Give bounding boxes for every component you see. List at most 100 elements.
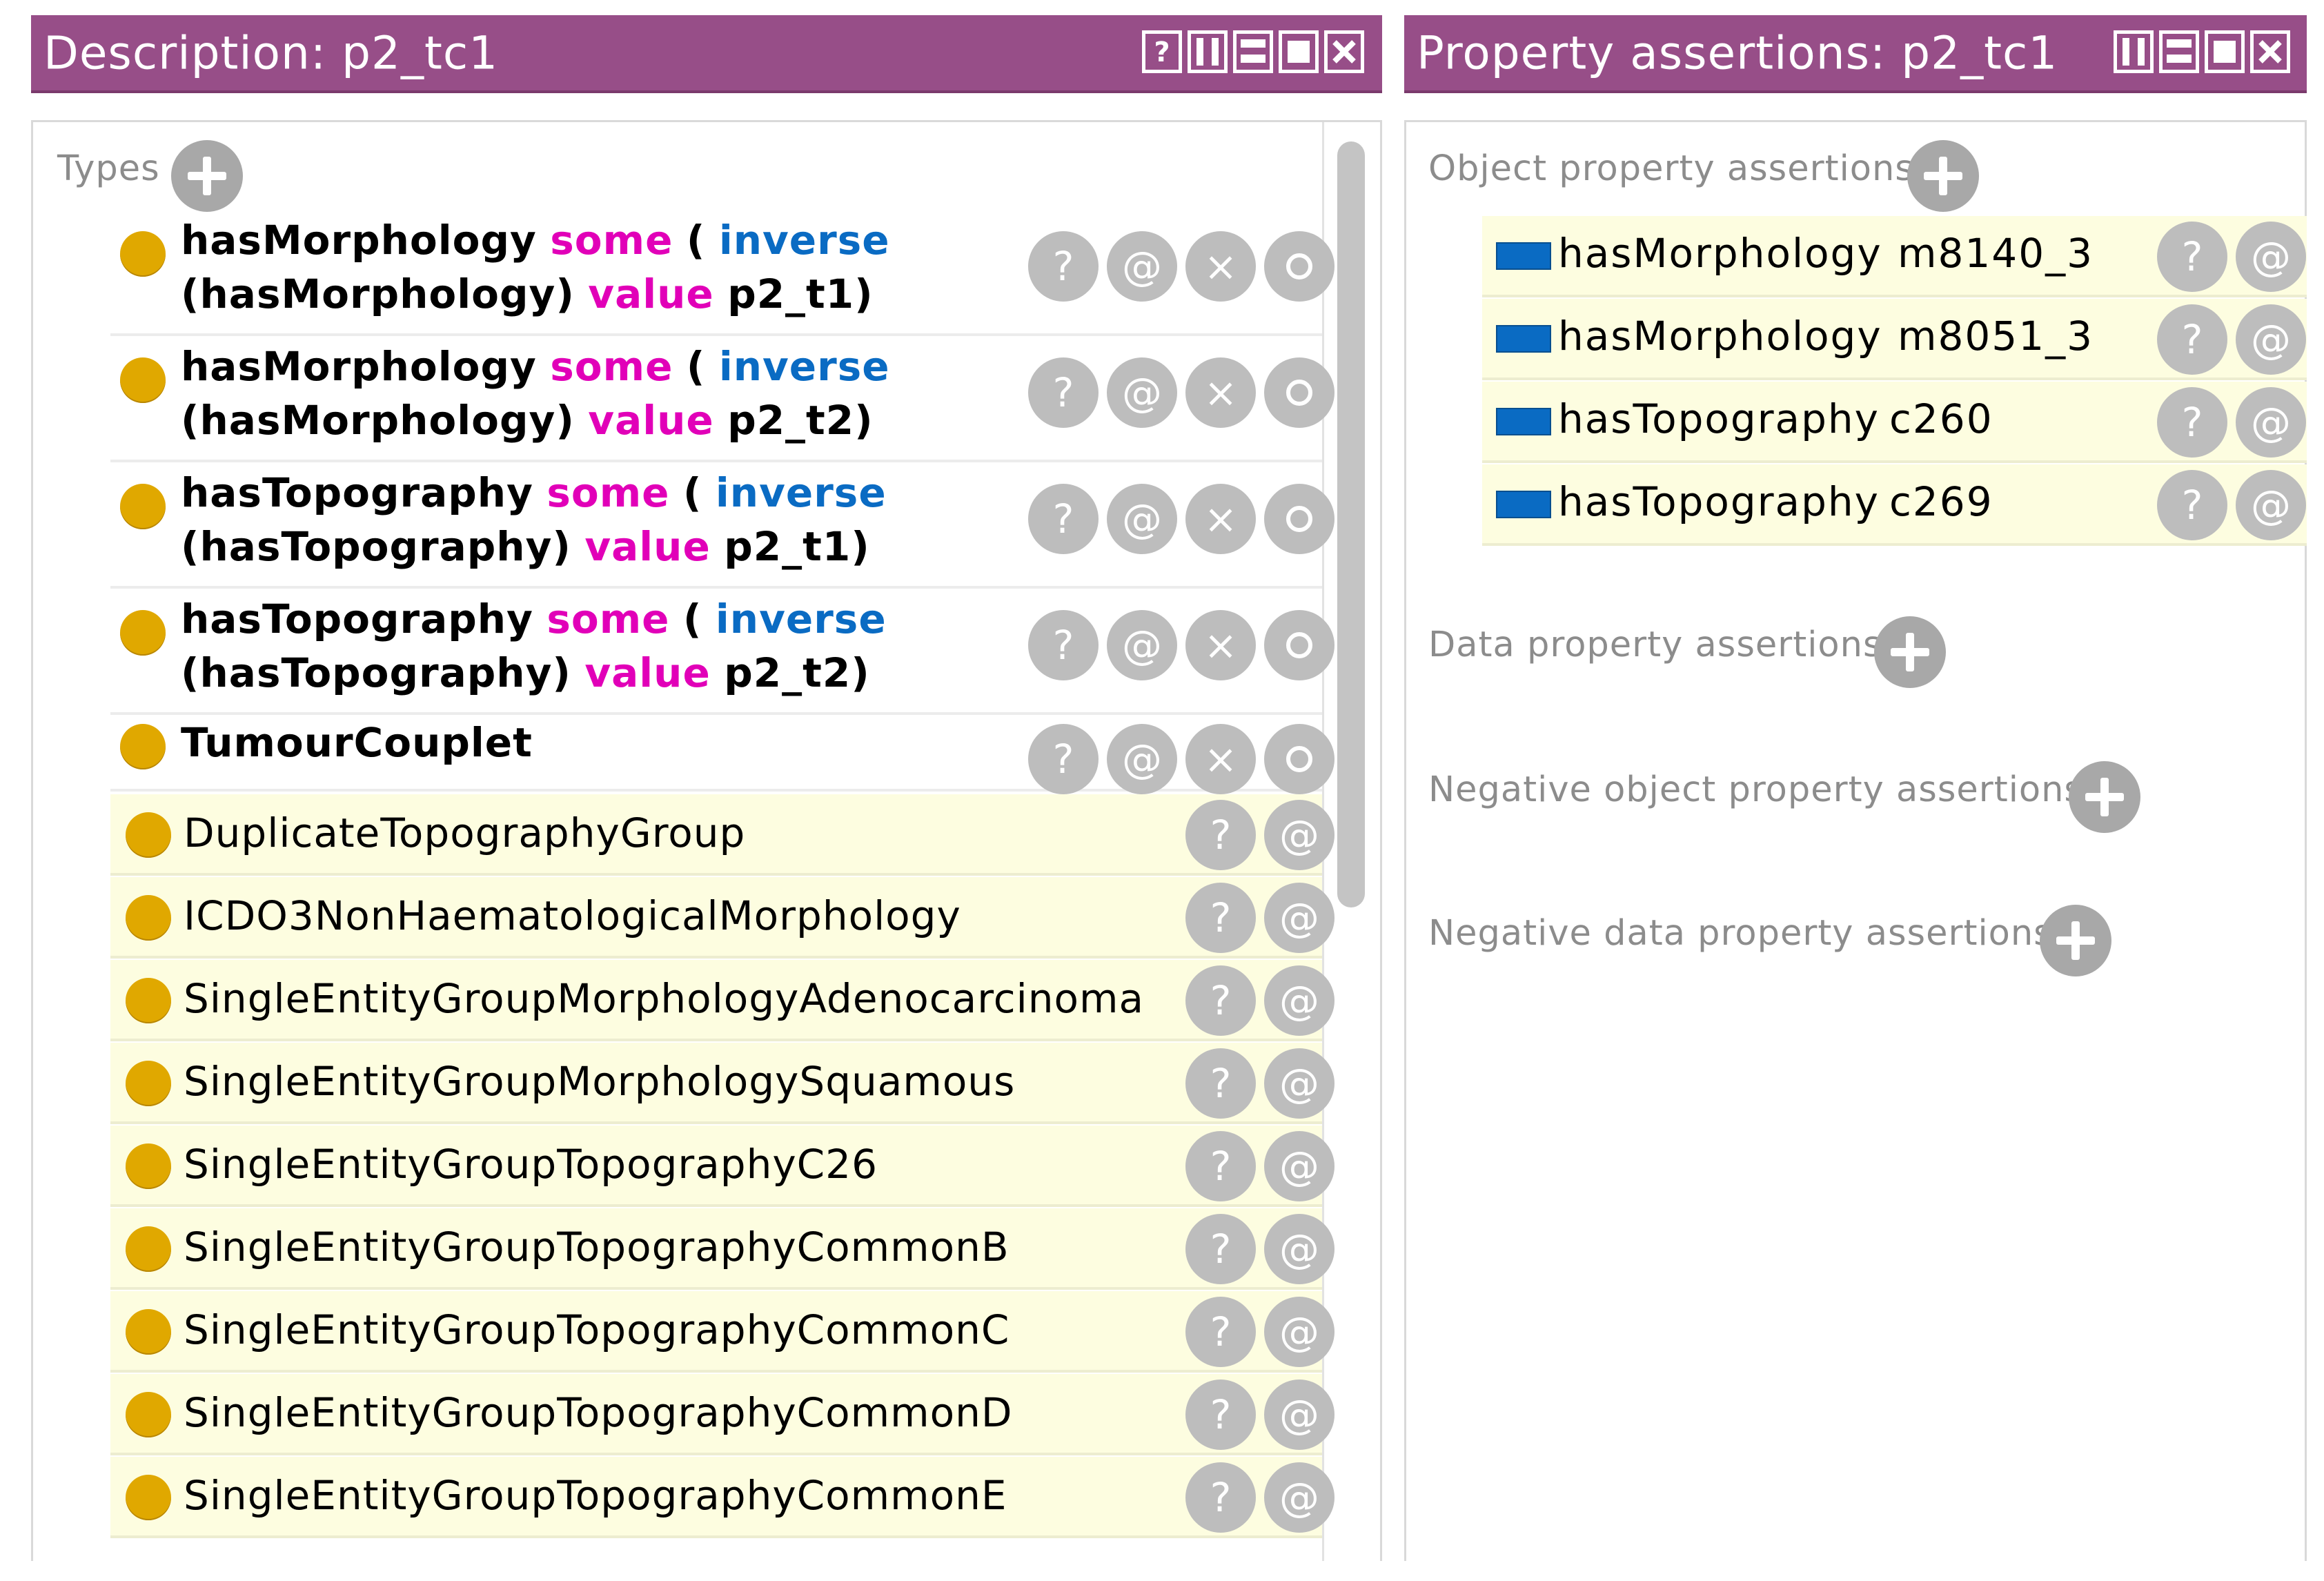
minimize-icon[interactable] xyxy=(1233,30,1273,73)
class-circle-icon xyxy=(120,724,166,769)
class-circle-icon xyxy=(126,812,171,858)
type-expression-row[interactable]: hasMorphology some ( inverse (hasMorphol… xyxy=(110,212,1335,336)
delete-button[interactable]: × xyxy=(1185,484,1256,554)
delete-button[interactable]: × xyxy=(1185,610,1256,680)
object-property-icon xyxy=(1496,491,1551,518)
explain-button[interactable]: ? xyxy=(1028,231,1099,302)
annotate-button[interactable]: @ xyxy=(1107,724,1177,794)
svg-text:?: ? xyxy=(1154,37,1170,68)
explain-button[interactable]: ? xyxy=(1185,883,1256,953)
explain-button[interactable]: ? xyxy=(2157,470,2227,540)
delete-button[interactable]: × xyxy=(1185,724,1256,794)
annotate-button[interactable]: @ xyxy=(1264,1131,1335,1201)
annotate-button[interactable]: @ xyxy=(1264,1214,1335,1284)
add-data-property-assertion-button[interactable] xyxy=(1874,616,1946,688)
annotate-button[interactable]: @ xyxy=(1107,231,1177,302)
class-circle-icon xyxy=(120,357,166,403)
annotate-button[interactable]: @ xyxy=(1264,1297,1335,1367)
minimize-icon[interactable] xyxy=(2159,30,2199,73)
edit-button[interactable] xyxy=(1264,231,1335,302)
explain-button[interactable]: ? xyxy=(1185,1297,1256,1367)
explain-button[interactable]: ? xyxy=(1185,1462,1256,1533)
close-icon[interactable] xyxy=(2250,30,2290,73)
explain-button[interactable]: ? xyxy=(2157,222,2227,292)
explain-button[interactable]: ? xyxy=(2157,387,2227,458)
explain-button[interactable]: ? xyxy=(1028,724,1099,794)
window-buttons: ? xyxy=(1142,30,1364,73)
type-expression-row[interactable]: hasTopography some ( inverse (hasTopogra… xyxy=(110,464,1335,589)
inferred-type-row[interactable]: SingleEntityGroupTopographyCommonC ? @ xyxy=(110,1291,1335,1373)
annotate-button[interactable]: @ xyxy=(1107,610,1177,680)
annotate-button[interactable]: @ xyxy=(1264,1462,1335,1533)
class-circle-icon xyxy=(126,1475,171,1520)
object-property-assertion-row[interactable]: hasMorphology m8051_3 ? @ xyxy=(1482,299,2307,380)
add-negative-data-property-assertion-button[interactable] xyxy=(2040,905,2111,976)
class-name: SingleEntityGroupTopographyC26 xyxy=(184,1141,878,1188)
inferred-type-row[interactable]: ICDO3NonHaematologicalMorphology ? @ xyxy=(110,877,1335,959)
split-icon[interactable] xyxy=(1188,30,1228,73)
class-expression: hasTopography some ( inverse (hasTopogra… xyxy=(181,469,887,570)
edit-button[interactable] xyxy=(1264,724,1335,794)
property-name: hasMorphology xyxy=(1558,313,1882,360)
annotate-button[interactable]: @ xyxy=(2236,387,2306,458)
property-name: hasMorphology xyxy=(1558,230,1882,277)
class-circle-icon xyxy=(126,895,171,941)
annotate-button[interactable]: @ xyxy=(1264,1379,1335,1450)
annotate-button[interactable]: @ xyxy=(1264,1048,1335,1119)
split-icon[interactable] xyxy=(2114,30,2154,73)
annotate-button[interactable]: @ xyxy=(1264,883,1335,953)
object-property-assertion-row[interactable]: hasMorphology m8140_3 ? @ xyxy=(1482,216,2307,297)
object-property-assertions-label: Object property assertions xyxy=(1428,148,1914,189)
explain-button[interactable]: ? xyxy=(1185,1048,1256,1119)
type-expression-row[interactable]: hasMorphology some ( inverse (hasMorphol… xyxy=(110,338,1335,462)
explain-button[interactable]: ? xyxy=(1028,610,1099,680)
edit-button[interactable] xyxy=(1264,484,1335,554)
close-icon[interactable] xyxy=(1324,30,1364,73)
description-panel: Description: p2_tc1 ? Types hasMorpholog… xyxy=(31,15,1382,1561)
maximize-icon[interactable] xyxy=(2205,30,2245,73)
explain-button[interactable]: ? xyxy=(1185,1214,1256,1284)
delete-button[interactable]: × xyxy=(1185,357,1256,428)
inferred-type-row[interactable]: SingleEntityGroupTopographyC26 ? @ xyxy=(110,1126,1335,1207)
inferred-type-row[interactable]: SingleEntityGroupMorphologyAdenocarcinom… xyxy=(110,960,1335,1041)
types-label: Types xyxy=(57,148,160,189)
edit-button[interactable] xyxy=(1264,357,1335,428)
class-circle-icon xyxy=(126,1061,171,1106)
type-expression-row[interactable]: hasTopography some ( inverse (hasTopogra… xyxy=(110,591,1335,715)
add-object-property-assertion-button[interactable] xyxy=(1907,140,1979,212)
inferred-type-row[interactable]: SingleEntityGroupTopographyCommonD ? @ xyxy=(110,1374,1335,1455)
explain-button[interactable]: ? xyxy=(1028,357,1099,428)
inferred-type-row[interactable]: SingleEntityGroupTopographyCommonE ? @ xyxy=(110,1457,1335,1538)
inferred-type-row[interactable]: SingleEntityGroupTopographyCommonB ? @ xyxy=(110,1208,1335,1290)
annotate-button[interactable]: @ xyxy=(1264,800,1335,870)
class-name: SingleEntityGroupTopographyCommonD xyxy=(184,1389,1013,1436)
type-class-row[interactable]: TumourCouplet ? @ × xyxy=(110,717,1335,794)
annotate-button[interactable]: @ xyxy=(2236,470,2306,540)
annotate-button[interactable]: @ xyxy=(1264,965,1335,1036)
object-property-assertion-row[interactable]: hasTopography c260 ? @ xyxy=(1482,382,2307,463)
maximize-icon[interactable] xyxy=(1279,30,1319,73)
object-property-assertion-row[interactable]: hasTopography c269 ? @ xyxy=(1482,464,2307,546)
delete-button[interactable]: × xyxy=(1185,231,1256,302)
explain-button[interactable]: ? xyxy=(1185,1131,1256,1201)
edit-button[interactable] xyxy=(1264,610,1335,680)
property-value: c260 xyxy=(1889,395,1993,442)
explain-button[interactable]: ? xyxy=(2157,304,2227,375)
annotate-button[interactable]: @ xyxy=(1107,484,1177,554)
annotate-button[interactable]: @ xyxy=(2236,222,2306,292)
help-icon[interactable]: ? xyxy=(1142,30,1182,73)
explain-button[interactable]: ? xyxy=(1185,800,1256,870)
inferred-type-row[interactable]: SingleEntityGroupMorphologySquamous ? @ xyxy=(110,1043,1335,1124)
explain-button[interactable]: ? xyxy=(1185,1379,1256,1450)
add-type-button[interactable] xyxy=(171,140,243,212)
annotate-button[interactable]: @ xyxy=(2236,304,2306,375)
explain-button[interactable]: ? xyxy=(1028,484,1099,554)
class-name: SingleEntityGroupMorphologyAdenocarcinom… xyxy=(184,975,1145,1022)
add-negative-object-property-assertion-button[interactable] xyxy=(2069,761,2140,833)
vertical-scrollbar[interactable] xyxy=(1337,141,1365,907)
inferred-type-row[interactable]: DuplicateTopographyGroup ? @ xyxy=(110,794,1335,876)
class-circle-icon xyxy=(120,610,166,656)
annotate-button[interactable]: @ xyxy=(1107,357,1177,428)
explain-button[interactable]: ? xyxy=(1185,965,1256,1036)
class-name: SingleEntityGroupMorphologySquamous xyxy=(184,1058,1016,1105)
